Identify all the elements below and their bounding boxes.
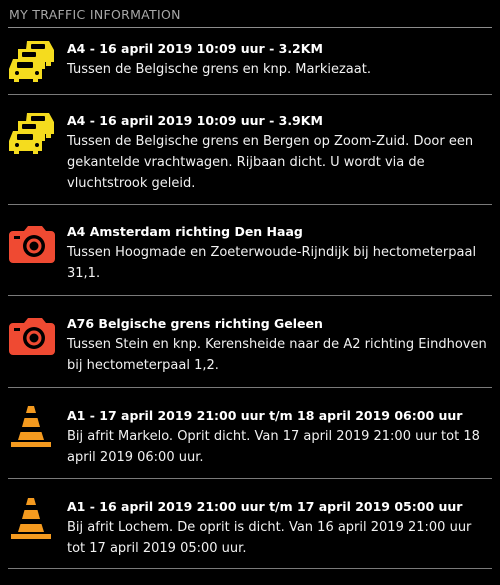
item-title: A4 - 16 april 2019 10:09 uur - 3.9KM — [67, 113, 323, 128]
traffic-item[interactable]: A4 - 16 april 2019 10:09 uur - 3.2KM Tus… — [8, 28, 492, 95]
item-title: A4 Amsterdam richting Den Haag — [67, 224, 303, 239]
item-title: A1 - 17 april 2019 21:00 uur t/m 18 apri… — [67, 408, 463, 423]
traffic-item[interactable]: A1 - 17 april 2019 21:00 uur t/m 18 apri… — [8, 388, 492, 479]
item-title: A4 - 16 april 2019 10:09 uur - 3.2KM — [67, 41, 323, 56]
traffic-item[interactable]: A4 Amsterdam richting Den Haag Tussen Ho… — [8, 205, 492, 296]
page-title: MY TRAFFIC INFORMATION — [9, 7, 181, 22]
item-description: Tussen de Belgische grens en knp. Markie… — [67, 62, 371, 77]
roadworks-cone-icon — [8, 496, 56, 540]
traffic-item[interactable]: A4 - 16 april 2019 10:09 uur - 3.9KM Tus… — [8, 95, 492, 205]
item-title: A1 - 16 april 2019 21:00 uur t/m 17 apri… — [67, 499, 463, 514]
roadworks-cone-icon — [8, 404, 56, 448]
item-description: Bij afrit Markelo. Oprit dicht. Van 17 a… — [67, 429, 480, 465]
item-description: Tussen de Belgische grens en Bergen op Z… — [67, 134, 474, 191]
speed-camera-icon — [8, 222, 56, 266]
item-description: Tussen Stein en knp. Kerensheide naar de… — [67, 337, 487, 373]
traffic-item[interactable]: A76 Belgische grens richting Geleen Tuss… — [8, 296, 492, 388]
item-title: A76 Belgische grens richting Geleen — [67, 316, 323, 331]
item-description: Bij afrit Lochem. De oprit is dicht. Van… — [67, 520, 472, 556]
traffic-item[interactable]: A1 - 16 april 2019 21:00 uur t/m 17 apri… — [8, 479, 492, 569]
traffic-list: A4 - 16 april 2019 10:09 uur - 3.2KM Tus… — [0, 28, 500, 569]
traffic-jam-icon — [8, 38, 56, 82]
item-description: Tussen Hoogmade en Zoeterwoude-Rijndijk … — [67, 245, 477, 281]
traffic-jam-icon — [8, 110, 56, 154]
speed-camera-icon — [8, 314, 56, 358]
